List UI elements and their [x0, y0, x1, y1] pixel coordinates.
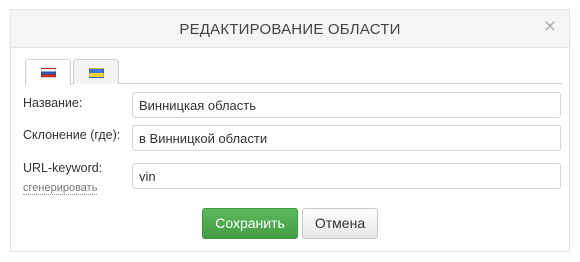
url-keyword-field[interactable] — [132, 163, 561, 189]
url-keyword-label: URL-keyword: — [23, 161, 103, 175]
flag-ua-icon — [89, 68, 104, 78]
tab-ukrainian[interactable] — [73, 59, 119, 84]
name-field[interactable] — [132, 92, 561, 118]
tab-russian[interactable] — [25, 59, 71, 85]
dialog-title: РЕДАКТИРОВАНИЕ ОБЛАСТИ — [179, 21, 401, 38]
generate-link[interactable]: сгенерировать — [23, 182, 98, 195]
flag-ru-icon — [41, 68, 56, 78]
name-label: Название: — [23, 96, 83, 110]
declension-field[interactable] — [132, 125, 561, 151]
declension-label: Склонение (где): — [23, 128, 121, 142]
save-button[interactable]: Сохранить — [202, 208, 298, 239]
close-icon[interactable]: × — [542, 16, 558, 37]
language-tabs — [25, 58, 562, 85]
dialog-header: РЕДАКТИРОВАНИЕ ОБЛАСТИ × — [11, 10, 569, 48]
cancel-button[interactable]: Отмена — [302, 208, 378, 239]
edit-region-dialog: РЕДАКТИРОВАНИЕ ОБЛАСТИ × Название: Склон… — [10, 9, 570, 252]
